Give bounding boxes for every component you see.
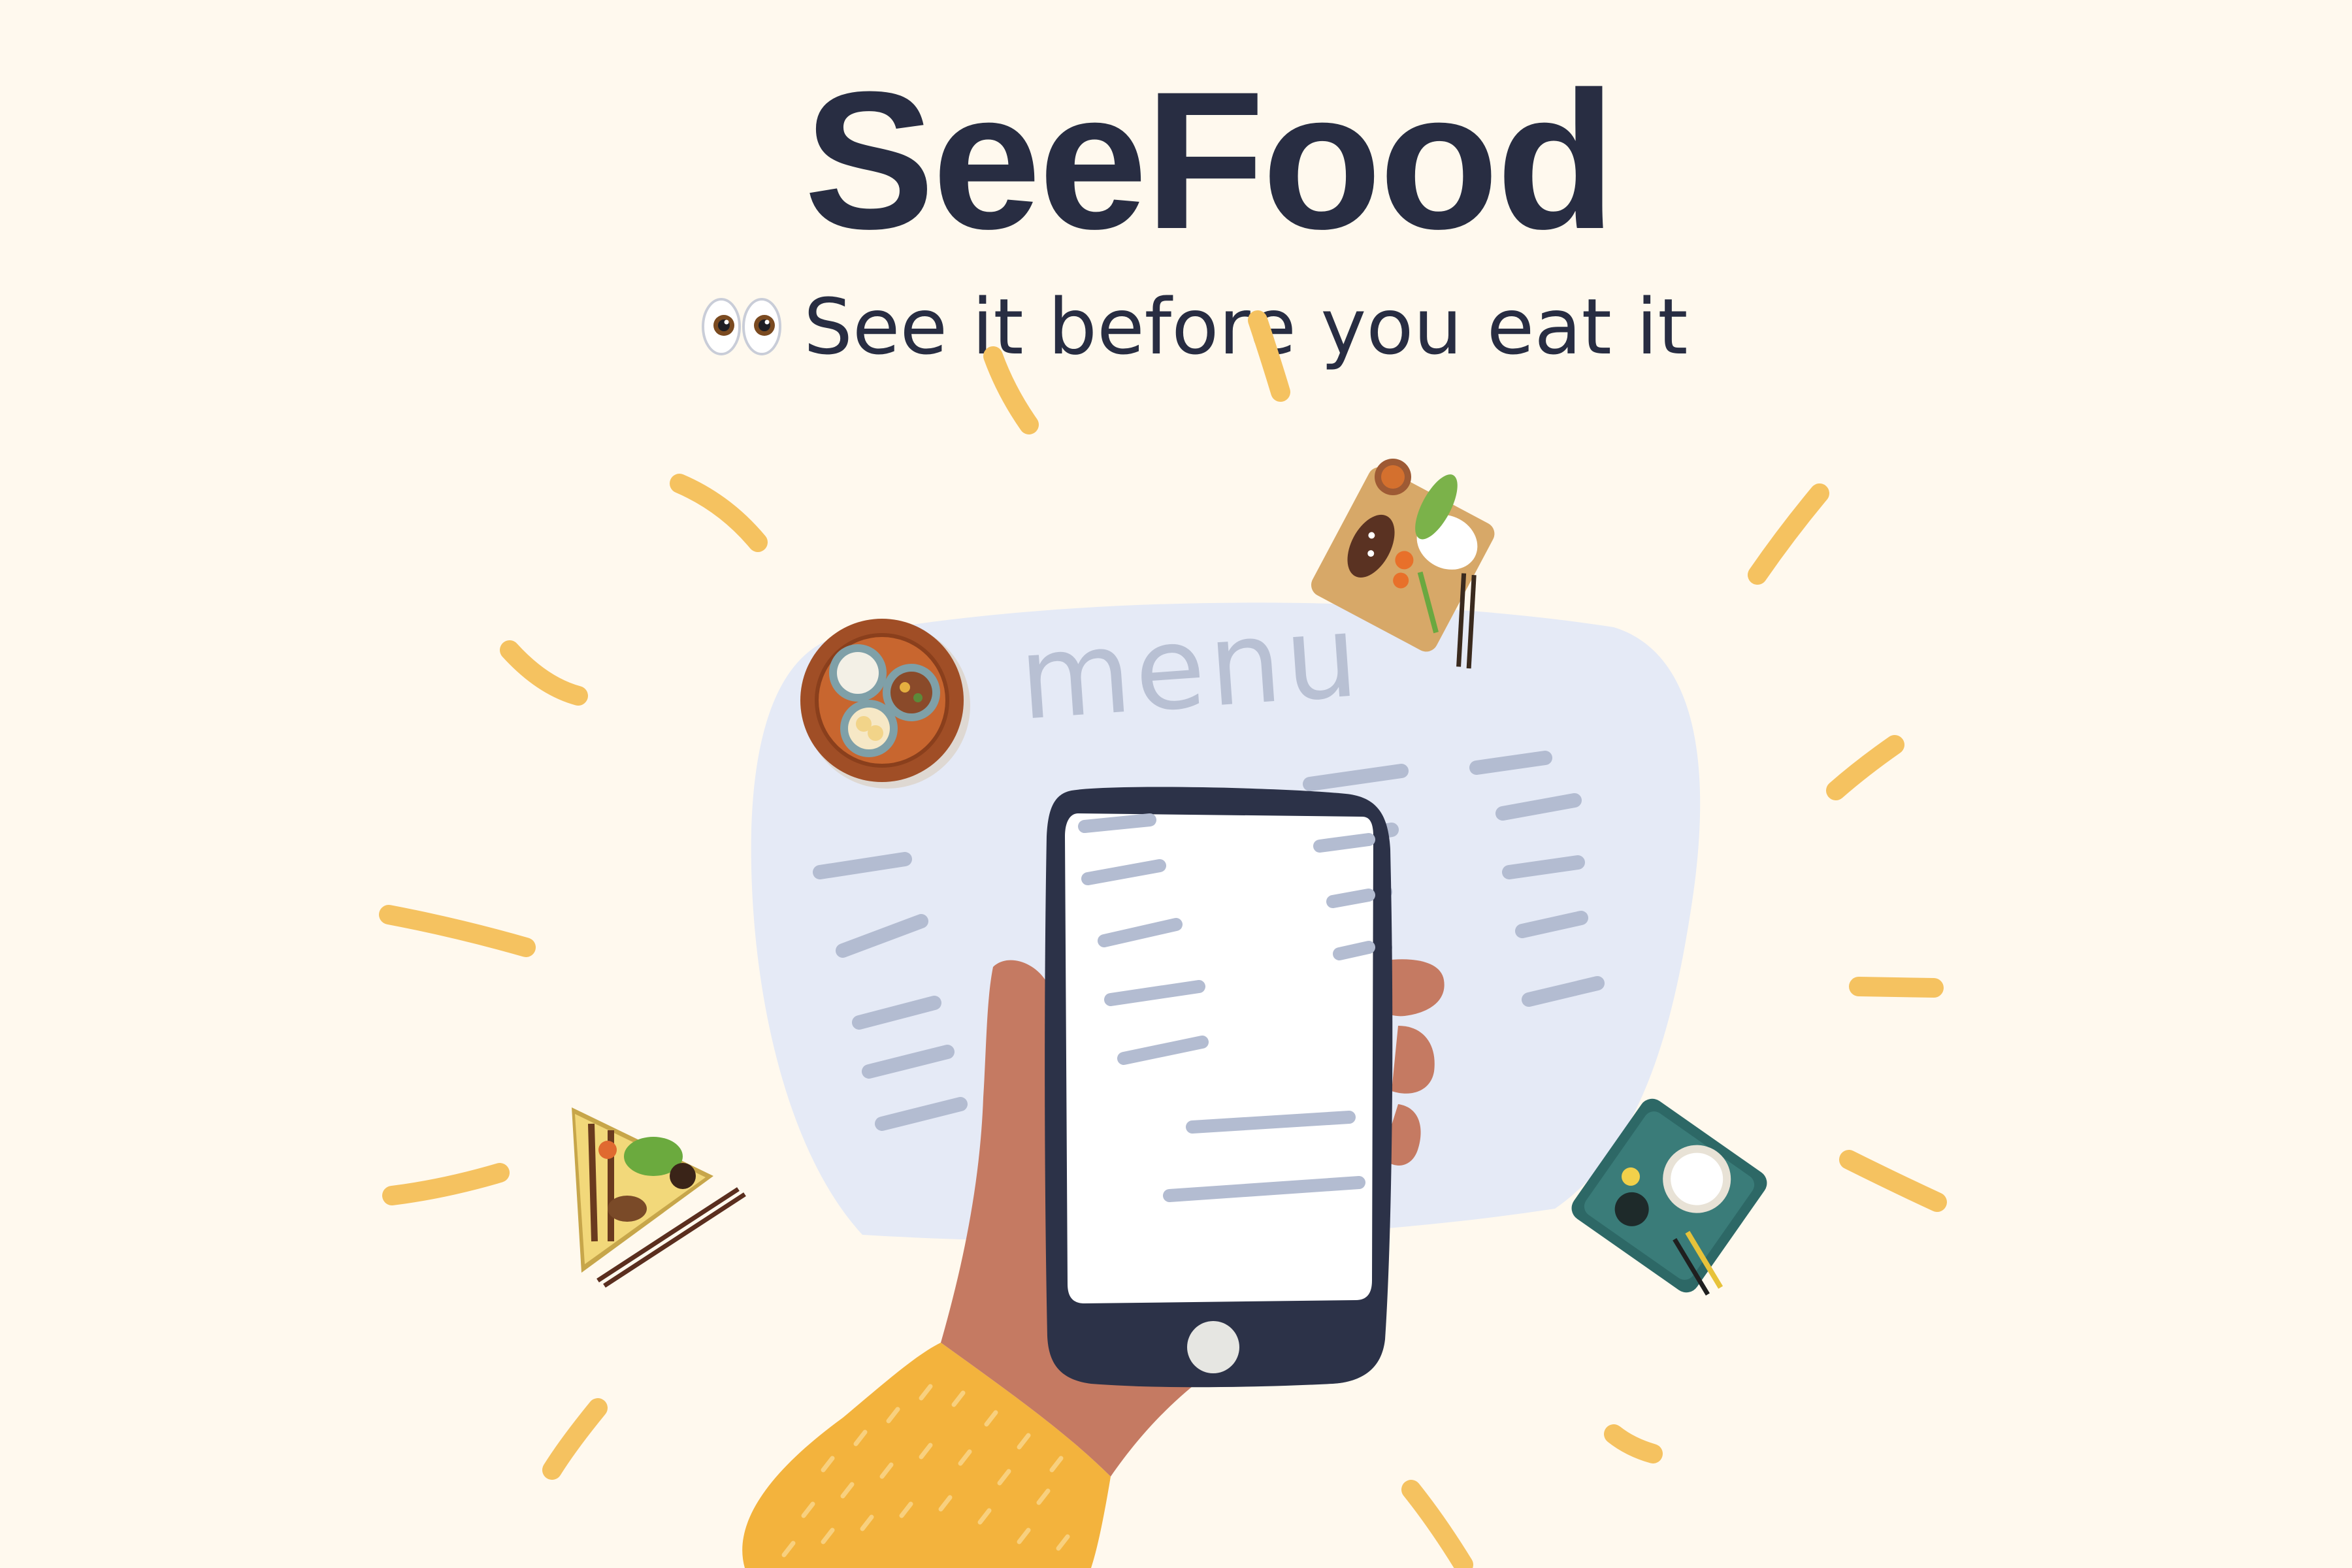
phone-home-button (1187, 1321, 1239, 1373)
hero-illustration: menu (379, 310, 1947, 1568)
phone-screen (1065, 813, 1373, 1303)
smartphone-icon (1045, 787, 1393, 1388)
kebab-plate-icon (572, 1107, 746, 1288)
menu-card-label: menu (1015, 590, 1366, 746)
